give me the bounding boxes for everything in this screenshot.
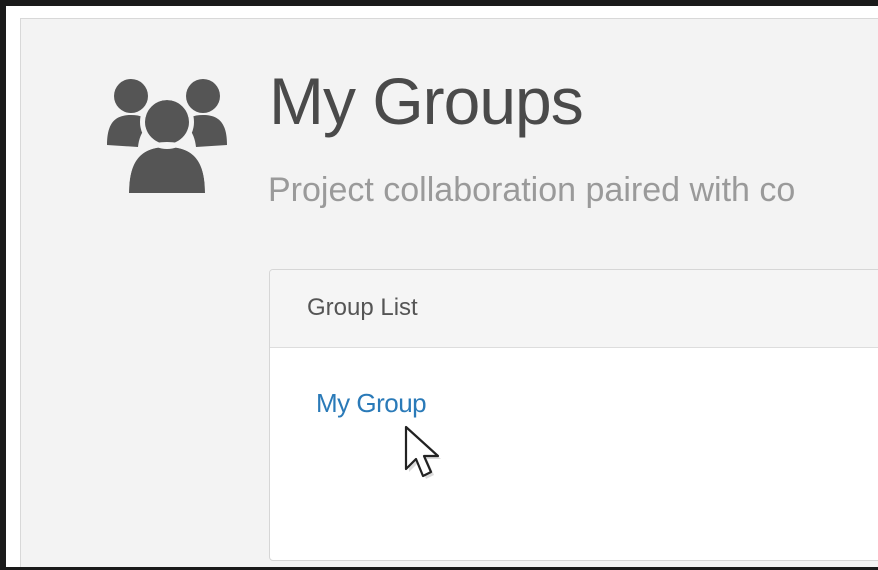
page-title: My Groups	[269, 64, 584, 138]
group-link-my-group[interactable]: My Group	[316, 388, 427, 419]
window-frame: My Groups Project collaboration paired w…	[0, 0, 878, 570]
page-subtitle: Project collaboration paired with co	[268, 171, 796, 209]
page-content: My Groups Project collaboration paired w…	[20, 18, 878, 567]
groups-icon	[107, 79, 227, 193]
group-list-heading: Group List	[270, 270, 878, 348]
group-list-body: My Group	[270, 348, 878, 560]
mouse-cursor-icon	[404, 425, 441, 479]
group-list-panel: Group List My Group	[269, 269, 878, 561]
